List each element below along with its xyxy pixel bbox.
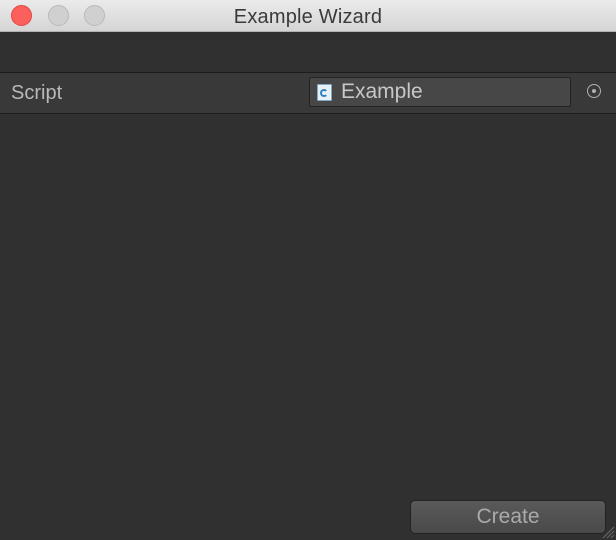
script-property-label: Script: [11, 82, 63, 104]
script-object-value: Example: [341, 80, 423, 103]
csharp-script-icon: [317, 84, 332, 101]
object-picker-icon[interactable]: [587, 84, 601, 98]
resize-grip-icon[interactable]: [601, 525, 615, 539]
title-bar[interactable]: Example Wizard: [0, 0, 616, 32]
create-button[interactable]: Create: [410, 500, 606, 534]
wizard-window: Example Wizard Script Example Create: [0, 0, 616, 540]
script-property-row: Script Example: [0, 72, 616, 114]
script-object-field[interactable]: Example: [309, 77, 571, 107]
window-title: Example Wizard: [233, 6, 383, 28]
